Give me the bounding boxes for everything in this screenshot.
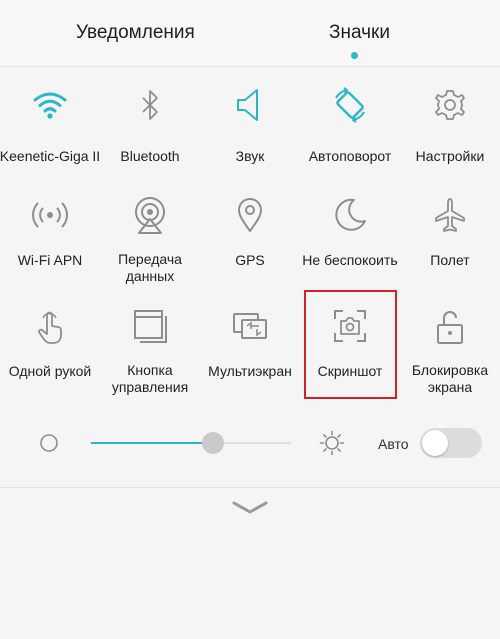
tile-label: Настройки [415, 148, 485, 164]
chevron-down-icon[interactable] [230, 497, 270, 517]
tile-label: Не беспокоить [302, 252, 398, 268]
multiscreen-icon [230, 306, 270, 346]
mobile-data-icon [130, 195, 170, 235]
auto-rotate-icon [330, 85, 370, 125]
tile-label: Кнопка управления [111, 362, 189, 395]
tile-label: Keenetic-Giga II [0, 148, 101, 164]
tile-label: Скриншот [317, 363, 383, 379]
tab-icons[interactable]: Значки [329, 22, 390, 44]
tile-label: Wi-Fi APN [17, 252, 83, 268]
brightness-slider[interactable] [91, 442, 291, 444]
toggle-knob [422, 430, 448, 456]
location-icon [230, 195, 270, 235]
brightness-bar: Авто [0, 412, 500, 472]
tile-label: Bluetooth [120, 148, 180, 164]
divider [0, 487, 500, 488]
screenshot-icon [330, 306, 370, 346]
auto-brightness-label: Авто [378, 436, 409, 452]
brightness-slider-thumb[interactable] [202, 432, 224, 454]
tab-notifications[interactable]: Уведомления [76, 22, 195, 44]
airplane-icon [430, 195, 470, 235]
tile-label: Автоповорот [308, 148, 392, 164]
hotspot-icon [30, 195, 70, 235]
one-hand-icon [30, 306, 70, 346]
moon-icon [330, 195, 370, 235]
tile-label: Полет [430, 252, 470, 268]
brightness-slider-fill [91, 442, 213, 444]
brightness-high-icon [319, 430, 345, 456]
brightness-low-icon [40, 434, 58, 452]
tile-label: GPS [235, 252, 265, 268]
active-tab-indicator [351, 52, 358, 59]
bluetooth-icon [130, 85, 170, 125]
tile-label: Блокировка экрана [411, 362, 489, 395]
tile-label: Звук [235, 148, 265, 164]
tile-label: Одной рукой [8, 363, 92, 379]
nav-button-icon [130, 306, 170, 346]
gear-icon [430, 85, 470, 125]
tile-label: Передача данных [118, 251, 182, 284]
auto-brightness-toggle[interactable] [420, 428, 482, 458]
sound-icon [230, 85, 270, 125]
tile-label: Мультиэкран [208, 363, 292, 379]
wifi-icon [30, 85, 70, 125]
tab-bar: Уведомления Значки [0, 0, 500, 67]
lock-icon [430, 306, 470, 346]
